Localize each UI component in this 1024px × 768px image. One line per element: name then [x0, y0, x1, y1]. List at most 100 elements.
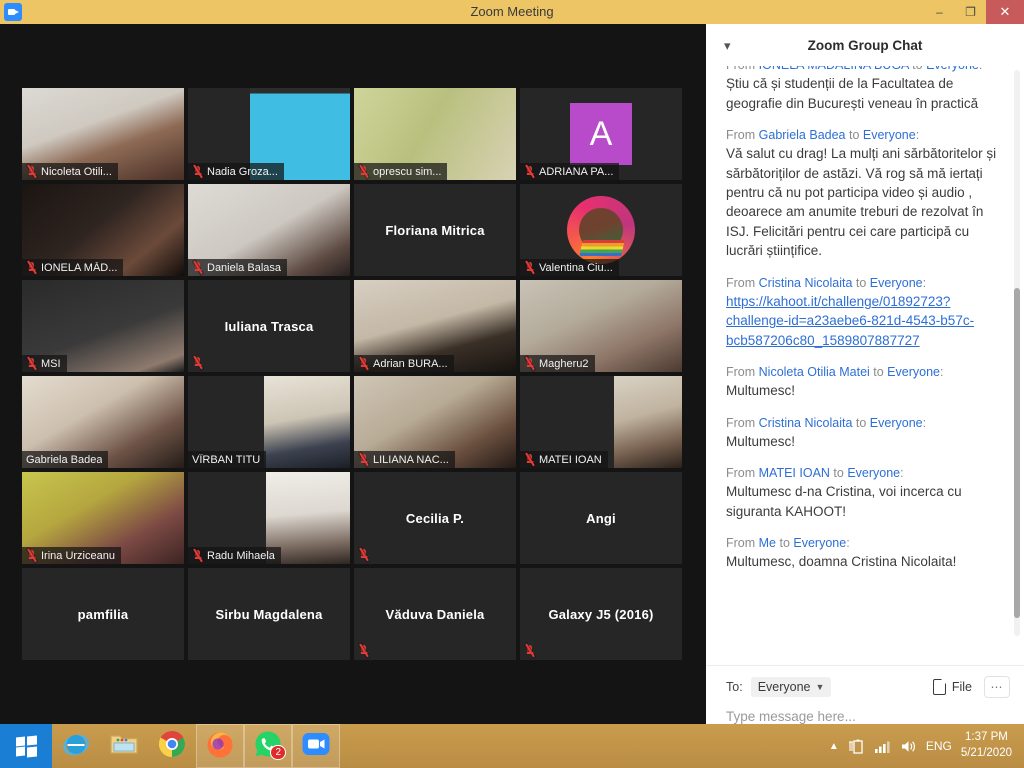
participant-name: Radu Mihaela — [207, 549, 275, 562]
participant-name-bar: IONELA MĂD... — [22, 259, 124, 276]
participant-tile[interactable]: Nadia Groza... — [188, 88, 350, 180]
mic-muted-icon — [524, 356, 535, 371]
close-button[interactable]: ✕ — [986, 0, 1024, 24]
participant-tile[interactable]: oprescu sim... — [354, 88, 516, 180]
windows-logo-icon — [15, 734, 37, 758]
participant-name-bar: Adrian BURA... — [354, 355, 454, 372]
participant-name-bar: Irina Urziceanu — [22, 547, 121, 564]
start-button[interactable] — [0, 724, 52, 768]
participant-tile[interactable]: MSI — [22, 280, 184, 372]
participant-tile[interactable]: Nicoleta Otili... — [22, 88, 184, 180]
mic-muted-icon — [358, 452, 369, 467]
participant-tile[interactable]: Irina Urziceanu — [22, 472, 184, 564]
chat-message-body: Multumesc d-na Cristina, voi incerca cu … — [726, 484, 962, 519]
taskbar-item-google-chrome[interactable] — [148, 724, 196, 768]
file-button[interactable]: File — [932, 679, 972, 695]
zoom-icon — [301, 729, 331, 764]
chat-message-link[interactable]: https://kahoot.it/challenge/01892723?cha… — [726, 292, 1008, 350]
mic-muted-icon — [358, 643, 369, 658]
mic-muted-icon — [524, 452, 535, 467]
participant-tile[interactable]: Galaxy J5 (2016) — [520, 568, 682, 660]
participant-tile[interactable]: Gabriela Badea — [22, 376, 184, 468]
participant-video — [264, 376, 350, 468]
participant-grid: Nicoleta Otili... Nadia Groza... oprescu s… — [22, 88, 684, 688]
participant-tile[interactable]: Văduva Daniela — [354, 568, 516, 660]
chat-message-body: Vă salut cu drag! La mulți ani sărbători… — [726, 146, 997, 259]
file-explorer-icon — [109, 731, 139, 762]
chevron-down-icon: ▼ — [815, 682, 825, 692]
participant-name-bar: Nadia Groza... — [188, 163, 284, 180]
chat-panel: ▾ Zoom Group Chat From IONELA MADALINA B… — [706, 24, 1024, 724]
speaker-icon[interactable] — [900, 739, 917, 754]
participant-tile[interactable]: Floriana Mitrica — [354, 184, 516, 276]
participant-tile[interactable]: Daniela Balasa — [188, 184, 350, 276]
mic-muted-icon — [524, 260, 535, 275]
mic-muted-icon — [192, 548, 203, 563]
participant-tile[interactable]: Valentina Ciu... — [520, 184, 682, 276]
file-icon — [932, 679, 946, 695]
chat-message-body: Multumesc! — [726, 433, 796, 449]
chevron-up-icon[interactable]: ▲ — [829, 741, 839, 752]
participant-tile[interactable]: Radu Mihaela — [188, 472, 350, 564]
participant-tile[interactable]: A ADRIANA PA... — [520, 88, 682, 180]
internet-explorer-icon — [62, 730, 90, 763]
participant-name: pamfilia — [77, 606, 129, 622]
participant-video — [613, 376, 682, 468]
taskbar-item-file-explorer[interactable] — [100, 724, 148, 768]
video-stage: Nicoleta Otili... Nadia Groza... oprescu s… — [0, 24, 706, 724]
clock-date: 5/21/2020 — [960, 747, 1012, 759]
participant-tile[interactable]: VÎRBAN TITU — [188, 376, 350, 468]
participant-name: ADRIANA PA... — [539, 165, 614, 178]
chat-message-list[interactable]: From IONELA MADALINA BUGA to Everyone: Șt… — [706, 66, 1024, 665]
chat-message: From Gabriela Badea to Everyone: Vă salut… — [726, 126, 1008, 261]
participant-name: Galaxy J5 (2016) — [548, 606, 654, 622]
chat-message: From Me to Everyone: Multumesc, doamna Cr… — [726, 534, 1008, 572]
mic-muted-icon — [358, 164, 369, 179]
taskbar-item-whatsapp[interactable]: 2 — [244, 724, 292, 768]
mic-muted-icon — [524, 643, 535, 658]
participant-name: Nicoleta Otili... — [41, 165, 112, 178]
participant-name: Floriana Mitrica — [385, 222, 485, 238]
chat-message-body: Multumesc! — [726, 383, 796, 399]
language-indicator[interactable]: ENG — [926, 739, 952, 753]
participant-name: Daniela Balasa — [207, 261, 281, 274]
mic-muted-icon — [26, 260, 37, 275]
participant-tile[interactable]: Sirbu Magdalena — [188, 568, 350, 660]
participant-name-bar: MSI — [22, 355, 67, 372]
chat-message-sender: From Nicoleta Otilia Matei to Everyone: — [726, 365, 944, 380]
participant-name: VÎRBAN TITU — [192, 453, 261, 466]
taskbar-item-zoom[interactable] — [292, 724, 340, 768]
chat-scrollbar[interactable] — [1014, 70, 1020, 636]
participant-tile[interactable]: pamfilia — [22, 568, 184, 660]
participant-tile[interactable]: LILIANA NAC... — [354, 376, 516, 468]
taskbar-item-firefox[interactable] — [196, 724, 244, 768]
participant-name: Sirbu Magdalena — [215, 606, 323, 622]
participant-avatar — [567, 196, 635, 264]
mic-muted-icon — [26, 164, 37, 179]
signal-bars-icon[interactable] — [874, 739, 891, 754]
participant-name: Magheru2 — [539, 357, 589, 370]
participant-tile[interactable]: Magheru2 — [520, 280, 682, 372]
window-titlebar: Zoom Meeting – ❐ ✕ — [0, 0, 1024, 24]
minimize-button[interactable]: – — [924, 0, 955, 24]
participant-tile[interactable]: Cecilia P. — [354, 472, 516, 564]
participant-name: Cecilia P. — [405, 510, 465, 526]
chat-message-sender: From IONELA MADALINA BUGA to Everyone: — [726, 66, 1008, 74]
message-input[interactable]: Type message here... — [726, 709, 1010, 724]
participant-tile[interactable]: Iuliana Trasca — [188, 280, 350, 372]
participant-tile[interactable]: MATEI IOAN — [520, 376, 682, 468]
participant-tile[interactable]: Angi — [520, 472, 682, 564]
chat-scrollbar-thumb[interactable] — [1014, 288, 1020, 618]
chat-message-sender: From Cristina Nicolaita to Everyone: — [726, 275, 927, 290]
restore-button[interactable]: ❐ — [955, 0, 986, 24]
clock[interactable]: 1:37 PM 5/21/2020 — [961, 730, 1016, 761]
participant-tile[interactable]: IONELA MĂD... — [22, 184, 184, 276]
more-options-button[interactable]: ⋯ — [984, 676, 1010, 698]
mic-muted-icon — [524, 164, 535, 179]
battery-icon[interactable] — [848, 738, 865, 755]
participant-name-bar: Valentina Ciu... — [520, 259, 619, 276]
participant-tile[interactable]: Adrian BURA... — [354, 280, 516, 372]
participant-name-bar: Nicoleta Otili... — [22, 163, 118, 180]
recipient-dropdown[interactable]: Everyone ▼ — [750, 677, 832, 697]
taskbar-item-internet-explorer[interactable] — [52, 724, 100, 768]
